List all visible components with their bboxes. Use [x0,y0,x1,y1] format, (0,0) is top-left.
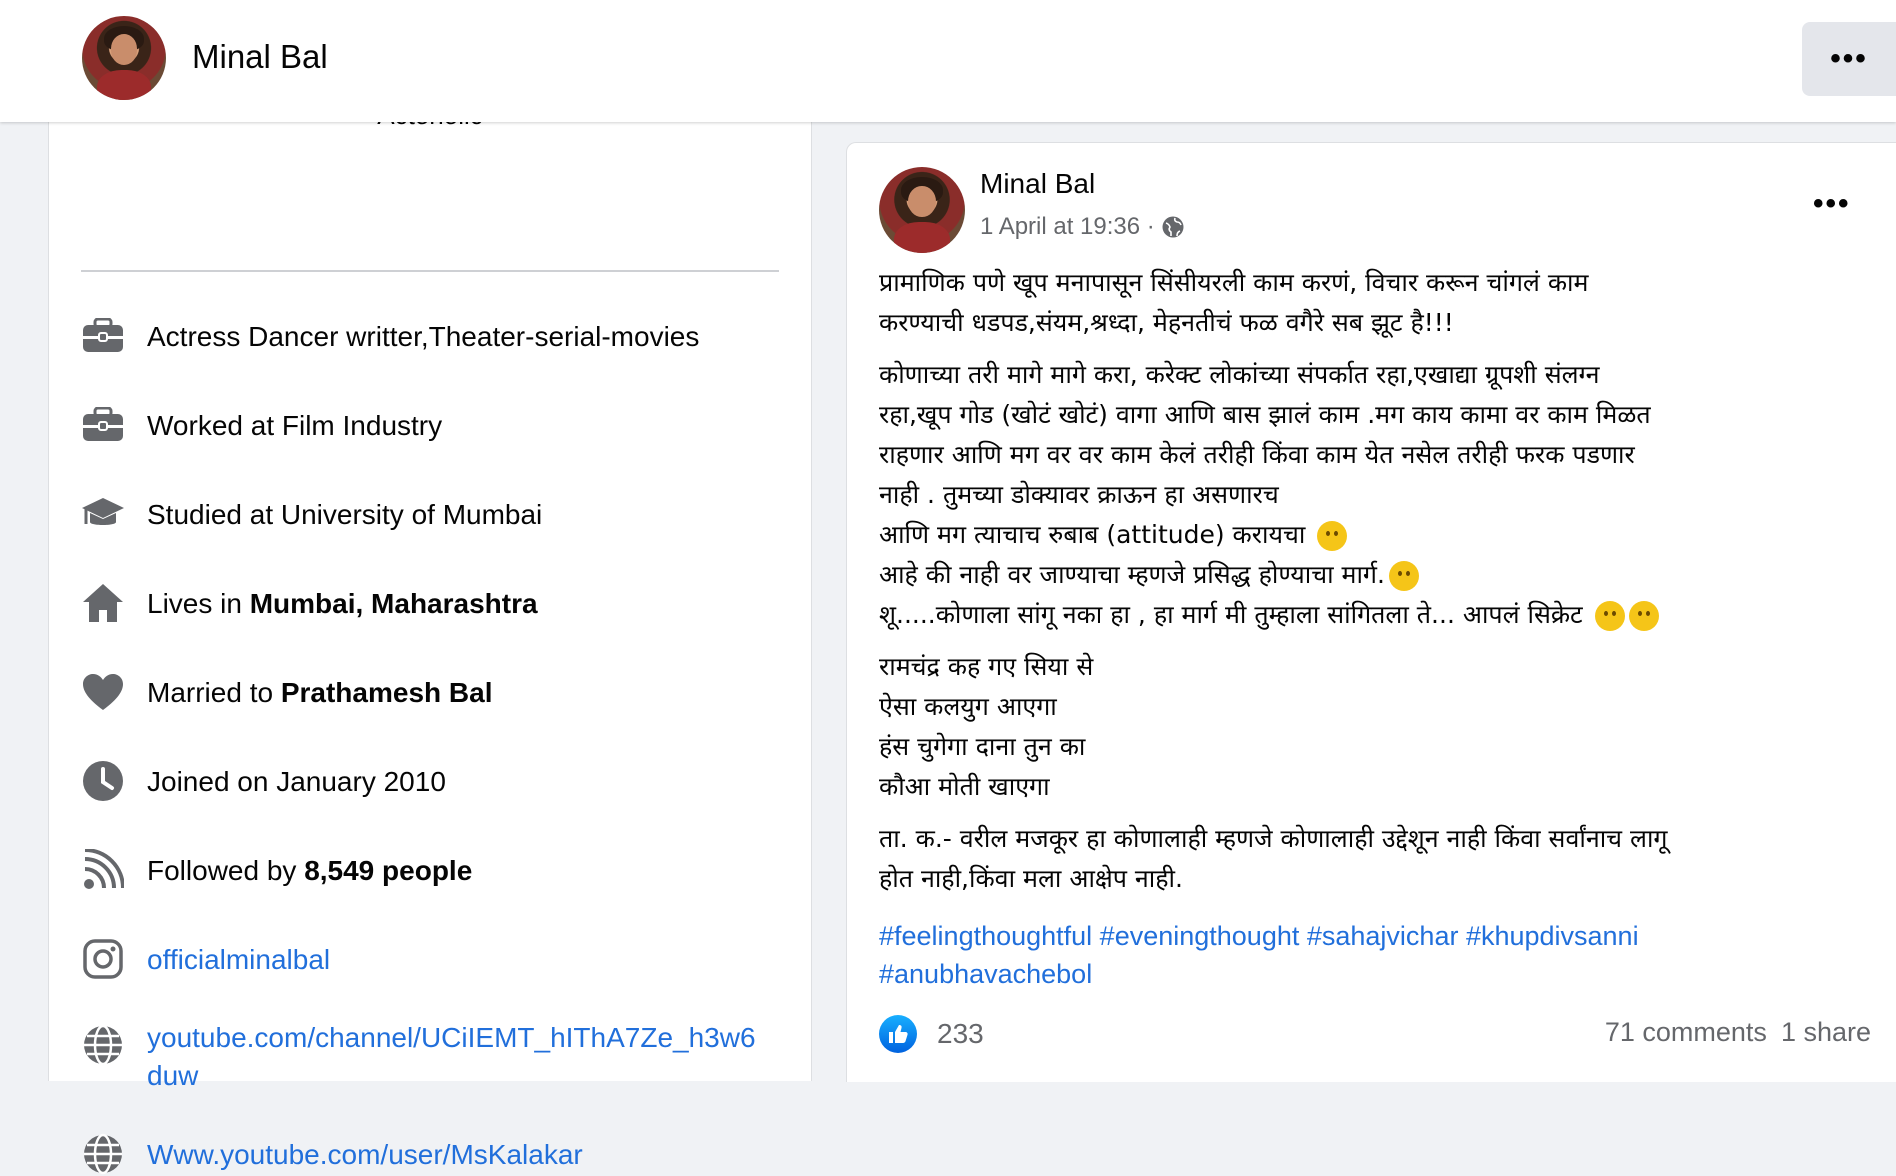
comments-count-link[interactable]: 71 comments [1605,1017,1767,1047]
intro-item-prefix: Lives in [147,588,250,619]
youtube-user-link[interactable]: Www.youtube.com/user/MsKalakar [147,1136,583,1174]
youtube-channel-link-line2: duw [147,1060,199,1091]
briefcase-icon [81,403,125,447]
graduation-cap-icon [81,492,125,536]
post-meta: 1 April at 19:36 · [980,213,1185,241]
lives-in-link[interactable]: Mumbai, Maharashtra [250,588,538,619]
intro-item-work: Worked at Film Industry [81,407,801,447]
frowning-emoji-icon [1317,521,1348,551]
post-timestamp[interactable]: 1 April at 19:36 · [980,213,1155,241]
intro-item-text: Studied at University of Mumbai [147,499,543,530]
post-line: प्रामाणिक पणे खूप मनापासून सिंसीयरली काम… [879,268,1589,297]
worried-emoji-icon [1628,601,1659,631]
post-line: ता. क.- वरील मजकूर हा कोणालाही म्हणजे को… [879,824,1668,853]
post-body: प्रामाणिक पणे खूप मनापासून सिंसीयरली काम… [879,263,1879,911]
followers-link[interactable]: 8,549 people [304,855,472,886]
post-line: हंस चुगेगा दाना तुन का [879,732,1086,761]
clock-icon [81,759,125,803]
instagram-icon [81,937,125,981]
intro-item-work-title: Actress Dancer writter,Theater-serial-mo… [81,318,801,358]
intro-item-instagram: officialminalbal [81,939,801,981]
heart-icon [81,670,125,714]
header-more-button[interactable]: ••• [1802,22,1896,96]
post-stats: 71 comments 1 share [1591,1017,1871,1048]
post-paragraph: कोणाच्या तरी मागे मागे करा, करेक्ट लोकां… [879,355,1879,635]
globe-privacy-icon [1161,215,1185,239]
intro-divider [81,270,779,272]
post-line: शू.....कोणाला सांगू नका हा , हा मार्ग मी… [879,595,1879,635]
hashtag-links-line2[interactable]: #anubhavachebol [879,955,1879,993]
confused-emoji-icon [1388,561,1419,591]
hashtag-links-line1[interactable]: #feelingthoughtful #eveningthought #saha… [879,917,1879,955]
post-line: होत नाही,किंवा मला आक्षेप नाही. [879,864,1183,893]
reaction-count: 233 [937,1018,984,1049]
post-author-avatar[interactable] [879,167,965,253]
intro-card: Actoholic Actress Dancer writter,Theater… [48,100,812,1175]
post-line: आहे की नाही वर जाण्याचा म्हणजे प्रसिद्ध … [879,555,1879,595]
post-line: नाही . तुमच्या डोक्यावर क्राऊन हा असणारच [879,480,1279,509]
intro-item-followers: Followed by 8,549 people [81,849,801,892]
post-line: राहणार आणि मग वर वर काम केलं तरीही किंवा… [879,440,1635,469]
intro-item-website: youtube.com/channel/UCiIEMT_hIThA7Ze_h3w… [81,1019,801,1095]
intro-item-text: Joined on January 2010 [147,766,446,797]
rss-icon [81,848,125,892]
post-line: करण्याची धडपड,संयम,श्रध्दा, मेहनतीचं फळ … [879,308,1454,337]
globe-icon [81,1132,125,1176]
intro-item-prefix: Followed by [147,855,305,886]
spouse-link[interactable]: Prathamesh Bal [281,677,493,708]
post-paragraph: प्रामाणिक पणे खूप मनापासून सिंसीयरली काम… [879,263,1879,343]
profile-header-bar: Minal Bal ••• [0,0,1896,122]
post-card: Minal Bal 1 April at 19:36 · ••• प्रामाण… [846,142,1896,1082]
post-line: कौआ मोती खाएगा [879,772,1050,801]
like-reaction-icon [879,1015,917,1053]
post-line: ऐसा कलयुग आएगा [879,692,1057,721]
youtube-channel-link[interactable]: youtube.com/channel/UCiIEMT_hIThA7Ze_h3w… [147,1019,756,1095]
post-line: कोणाच्या तरी मागे मागे करा, करेक्ट लोकां… [879,360,1600,389]
post-author-name[interactable]: Minal Bal [980,168,1095,200]
reactions-summary[interactable]: 233 [879,1015,984,1053]
intro-item-education: Studied at University of Mumbai [81,496,801,536]
intro-item-lives-in: Lives in Mumbai, Maharashtra [81,584,801,625]
intro-item-text: Actress Dancer writter,Theater-serial-mo… [147,321,700,352]
shares-count-link[interactable]: 1 share [1781,1017,1871,1047]
briefcase-icon [81,314,125,358]
post-paragraph: रामचंद्र कह गए सिया से ऐसा कलयुग आएगा हं… [879,647,1879,807]
header-profile-name[interactable]: Minal Bal [192,38,328,76]
post-paragraph: ता. क.- वरील मजकूर हा कोणालाही म्हणजे को… [879,819,1879,899]
post-more-button[interactable]: ••• [1813,187,1851,221]
instagram-link[interactable]: officialminalbal [147,941,330,979]
wink-emoji-icon [1594,601,1625,631]
intro-item-prefix: Married to [147,677,281,708]
intro-item-text: Worked at Film Industry [147,410,443,441]
youtube-channel-link-line1: youtube.com/channel/UCiIEMT_hIThA7Ze_h3w… [147,1022,756,1053]
intro-item-relationship: Married to Prathamesh Bal [81,674,801,714]
intro-item-website-2: Www.youtube.com/user/MsKalakar [81,1133,801,1176]
globe-icon [81,1023,125,1067]
post-line: रामचंद्र कह गए सिया से [879,652,1094,681]
intro-item-joined: Joined on January 2010 [81,761,801,803]
post-hashtags: #feelingthoughtful #eveningthought #saha… [879,917,1879,993]
header-avatar[interactable] [82,16,166,100]
post-line: आणि मग त्याचाच रुबाब (attitude) करायचा [879,515,1879,555]
post-line: रहा,खूप गोड (खोटं खोटं) वागा आणि बास झाल… [879,400,1651,429]
home-icon [81,581,125,625]
